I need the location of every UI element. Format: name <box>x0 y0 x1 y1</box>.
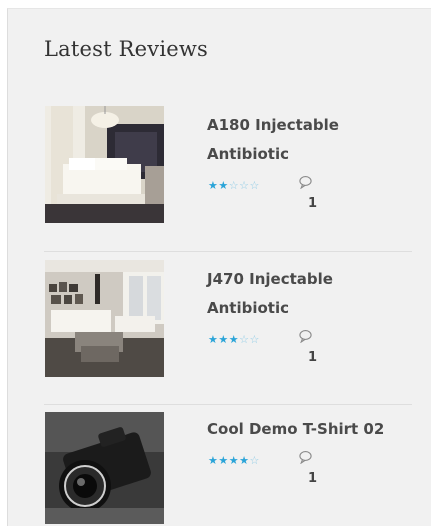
star-empty-icon: ☆ <box>239 179 250 192</box>
speech-bubble-icon[interactable] <box>298 450 313 464</box>
review-title[interactable]: J470 Injectable Antibiotic <box>207 265 412 323</box>
review-title-line[interactable]: J470 Injectable <box>207 265 412 294</box>
star-icon: ★ <box>218 333 229 346</box>
review-meta: ★★★☆☆ 1 <box>207 329 412 375</box>
review-title[interactable]: Cool Demo T-Shirt 02 <box>207 415 412 444</box>
review-item: A180 Injectable Antibiotic ★★☆☆☆ 1 <box>44 105 414 249</box>
comment-count[interactable]: 1 <box>308 196 317 211</box>
review-info: J470 Injectable Antibiotic ★★★☆☆ 1 <box>207 265 412 375</box>
review-item: Cool Demo T-Shirt 02 ★★★★☆ 1 <box>44 411 414 527</box>
latest-reviews-widget: Latest Reviews A180 Injectable Antibioti… <box>7 8 431 526</box>
review-title-line[interactable]: Antibiotic <box>207 294 412 323</box>
widget-title: Latest Reviews <box>44 37 209 61</box>
star-icon: ★ <box>208 333 219 346</box>
review-thumbnail[interactable] <box>45 260 164 377</box>
review-title-line[interactable]: A180 Injectable <box>207 111 412 140</box>
review-info: Cool Demo T-Shirt 02 ★★★★☆ 1 <box>207 415 412 496</box>
review-meta: ★★★★☆ 1 <box>207 450 412 496</box>
bedroom-photo <box>45 106 164 223</box>
review-meta: ★★☆☆☆ 1 <box>207 175 412 221</box>
review-item: J470 Injectable Antibiotic ★★★☆☆ 1 <box>44 259 414 403</box>
star-icon: ★ <box>239 454 250 467</box>
review-thumbnail[interactable] <box>45 412 164 524</box>
camera-photo <box>45 412 164 524</box>
comment-count[interactable]: 1 <box>308 471 317 486</box>
star-empty-icon: ☆ <box>228 179 240 192</box>
star-empty-icon: ☆ <box>249 333 260 346</box>
review-title[interactable]: A180 Injectable Antibiotic <box>207 111 412 169</box>
star-rating: ★★☆☆☆ <box>208 179 260 193</box>
divider <box>44 404 412 405</box>
star-rating: ★★★★☆ <box>208 454 260 468</box>
comment-count[interactable]: 1 <box>308 350 317 365</box>
star-empty-icon: ☆ <box>249 179 260 192</box>
star-rating: ★★★☆☆ <box>208 333 260 347</box>
speech-bubble-icon[interactable] <box>298 329 313 343</box>
star-icon: ★ <box>208 454 219 467</box>
star-icon: ★ <box>228 454 240 467</box>
star-icon: ★ <box>218 179 229 192</box>
star-empty-icon: ☆ <box>239 333 250 346</box>
star-icon: ★ <box>218 454 229 467</box>
review-info: A180 Injectable Antibiotic ★★☆☆☆ 1 <box>207 111 412 221</box>
living-room-photo <box>45 260 164 377</box>
star-icon: ★ <box>208 179 219 192</box>
divider <box>44 251 412 252</box>
speech-bubble-icon[interactable] <box>298 175 313 189</box>
review-title-line[interactable]: Cool Demo T-Shirt 02 <box>207 415 412 444</box>
review-thumbnail[interactable] <box>45 106 164 223</box>
star-icon: ★ <box>228 333 240 346</box>
review-title-line[interactable]: Antibiotic <box>207 140 412 169</box>
star-empty-icon: ☆ <box>249 454 260 467</box>
